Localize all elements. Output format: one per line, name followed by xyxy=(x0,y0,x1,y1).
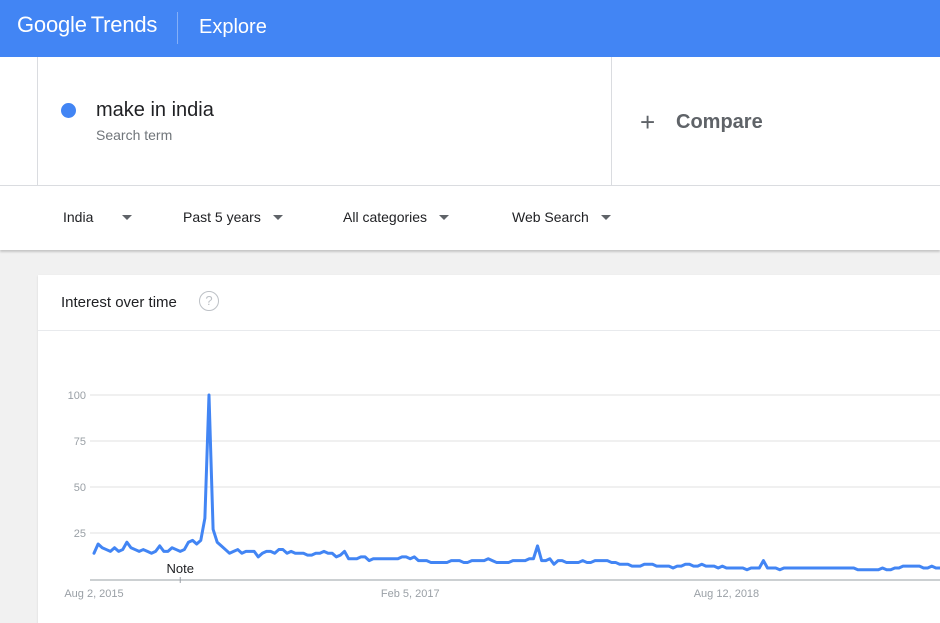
search-term-name[interactable]: make in india xyxy=(96,99,214,122)
page-title: Explore xyxy=(199,16,267,38)
top-app-bar: Google Trends Explore xyxy=(0,0,940,57)
x-tick-label: Feb 5, 2017 xyxy=(381,588,440,600)
compare-button[interactable]: + Compare xyxy=(640,107,763,137)
series-color-dot xyxy=(61,103,76,118)
region-label: India xyxy=(63,209,94,225)
y-tick-label-50: 50 xyxy=(74,482,86,494)
search-term-row: make in india Search term + Compare xyxy=(0,57,940,186)
google-trends-logo[interactable]: Google Trends xyxy=(17,12,157,42)
brand-google: Google xyxy=(17,12,87,37)
region-dropdown[interactable]: India xyxy=(63,209,133,225)
y-tick-label-75: 75 xyxy=(74,436,86,448)
x-tick-label: Aug 12, 2018 xyxy=(694,588,759,600)
chevron-down-icon xyxy=(122,214,133,220)
note-annotation: Note xyxy=(167,561,194,576)
filter-bar: India Past 5 years All categories Web Se… xyxy=(0,186,940,250)
time-range-dropdown[interactable]: Past 5 years xyxy=(183,209,283,225)
chevron-down-icon xyxy=(439,214,450,220)
time-range-label: Past 5 years xyxy=(183,209,261,225)
interest-over-time-card: Interest over time ? 25 50 75 100 Aug 2, 201… xyxy=(38,275,940,623)
category-label: All categories xyxy=(343,209,428,225)
y-tick-label-25: 25 xyxy=(74,528,86,540)
compare-label: Compare xyxy=(676,110,763,133)
chevron-down-icon xyxy=(600,214,611,220)
category-dropdown[interactable]: All categories xyxy=(343,209,450,225)
x-tick-label: Aug 2, 2015 xyxy=(64,588,123,600)
y-tick-label-100: 100 xyxy=(68,390,86,402)
plus-icon: + xyxy=(640,107,656,137)
search-term-card[interactable]: make in india Search term xyxy=(37,57,612,185)
header-divider xyxy=(177,12,178,44)
search-type-label: Web Search xyxy=(512,209,589,225)
interest-line-chart[interactable]: 25 50 75 100 Aug 2, 2015 Feb 5, 2017 Aug 12, 2… xyxy=(38,275,940,623)
chevron-down-icon xyxy=(272,214,283,220)
search-term-subtitle: Search term xyxy=(96,127,173,143)
search-type-dropdown[interactable]: Web Search xyxy=(512,209,611,225)
brand-trends: Trends xyxy=(90,12,158,37)
series-line-make-in-india xyxy=(92,393,940,572)
